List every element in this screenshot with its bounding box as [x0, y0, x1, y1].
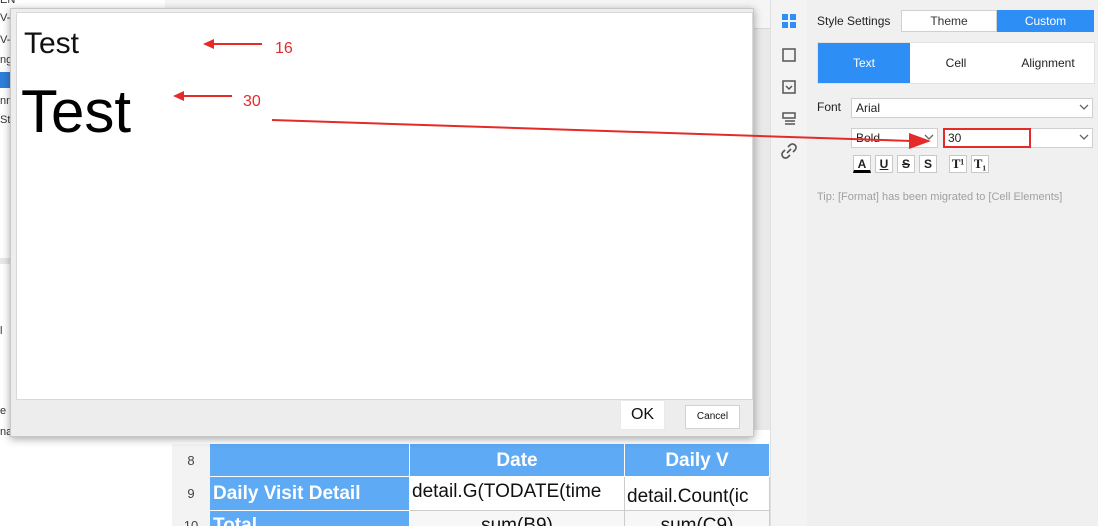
tab-cell[interactable]: Cell	[910, 43, 1002, 83]
style-settings-panel: Style Settings Theme Custom Text Cell Al…	[807, 0, 1098, 526]
cell-b8[interactable]: Date	[410, 444, 625, 477]
font-family-value: Arial	[856, 101, 881, 115]
tree-item-fragment: e	[0, 405, 7, 417]
superscript-button[interactable]: T¹	[949, 155, 967, 173]
condition-attribute-icon[interactable]	[780, 110, 798, 128]
cell-c8[interactable]: Daily V	[625, 444, 770, 477]
cancel-button[interactable]: Cancel	[685, 405, 740, 429]
font-preview-dialog: Test Test 16 30 OK Cancel	[10, 8, 754, 437]
cell-b9[interactable]: detail.G(TODATE(time	[410, 477, 625, 511]
preview-canvas: Test Test 16 30	[16, 12, 753, 400]
property-icon-strip	[770, 0, 808, 526]
tree-item-fragment: V-	[0, 12, 11, 24]
theme-toggle-button[interactable]: Theme	[901, 10, 997, 32]
preview-text-16: Test	[24, 27, 80, 60]
tree-item-fragment: l	[0, 325, 3, 337]
tab-text[interactable]: Text	[818, 43, 910, 83]
cell-c9[interactable]: detail.Count(ic	[625, 477, 770, 511]
preview-text-30: Test	[21, 78, 132, 145]
cell-element-icon[interactable]	[780, 12, 798, 30]
cell-a8[interactable]	[210, 444, 410, 477]
font-weight-select[interactable]: Bold	[851, 128, 938, 148]
cell-c10[interactable]: sum(C9)	[625, 511, 770, 526]
cell-attribute-icon[interactable]	[780, 46, 798, 64]
style-tabs: Text Cell Alignment	[817, 42, 1095, 84]
custom-toggle-button[interactable]: Custom	[997, 10, 1094, 32]
tree-selection-highlight[interactable]	[0, 72, 10, 88]
strikethrough-button[interactable]: S	[897, 155, 915, 173]
row-header-10[interactable]: 10	[172, 511, 211, 526]
font-label: Font	[817, 100, 842, 114]
annotation-16-label: 16	[275, 40, 293, 57]
style-settings-title: Style Settings	[817, 14, 891, 28]
underline-button[interactable]: U	[875, 155, 893, 173]
migration-tip: Tip: [Format] has been migrated to [Cell…	[817, 191, 1063, 203]
ok-button[interactable]: OK	[620, 400, 665, 430]
hyperlink-icon[interactable]	[780, 142, 798, 160]
cell-a10[interactable]: Total	[210, 511, 410, 526]
shadow-button[interactable]: S	[919, 155, 937, 173]
cell-b10[interactable]: sum(B9)	[410, 511, 625, 526]
chevron-down-icon	[1079, 134, 1089, 140]
font-weight-value: Bold	[856, 131, 881, 145]
tree-item-fragment: St	[0, 114, 11, 126]
report-grid: 8 Date Daily V 9 Daily Visit Detail deta…	[165, 430, 770, 526]
chevron-down-icon	[1079, 104, 1089, 110]
widget-settings-icon[interactable]	[780, 78, 798, 96]
font-size-highlight-box	[943, 128, 1031, 148]
font-color-button[interactable]: A	[853, 155, 871, 173]
chevron-down-icon	[924, 134, 934, 140]
tab-alignment[interactable]: Alignment	[1002, 43, 1094, 83]
subscript-button[interactable]: T₁	[971, 155, 989, 173]
tree-item-fragment: EN	[0, 0, 16, 6]
tree-item-fragment: V-	[0, 34, 11, 46]
row-header-9[interactable]: 9	[172, 477, 211, 512]
cell-a9[interactable]: Daily Visit Detail	[210, 477, 410, 511]
row-header-8[interactable]: 8	[172, 444, 211, 478]
annotation-30-label: 30	[243, 93, 261, 110]
font-family-select[interactable]: Arial	[851, 98, 1093, 118]
